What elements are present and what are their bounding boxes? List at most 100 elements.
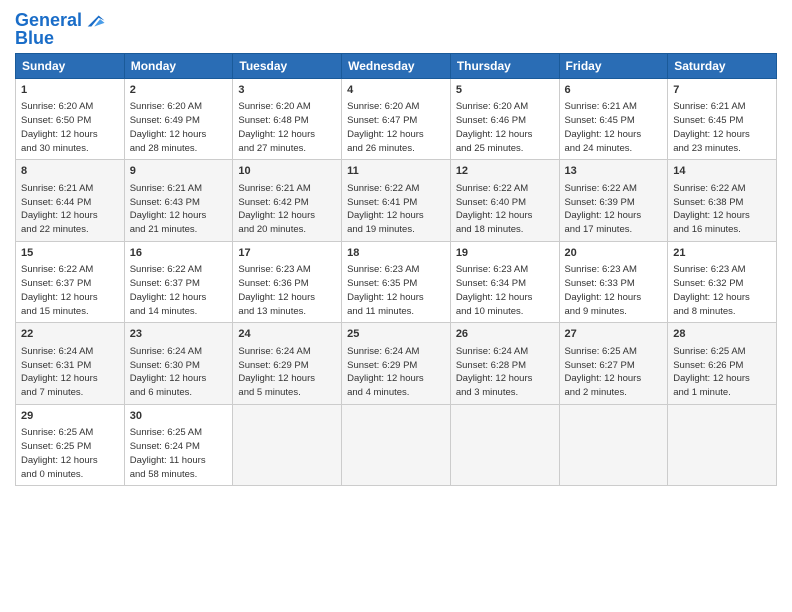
- day-number: 10: [238, 164, 336, 179]
- day-number: 2: [130, 83, 228, 98]
- day-number: 19: [456, 246, 554, 261]
- calendar-header-row: SundayMondayTuesdayWednesdayThursdayFrid…: [16, 54, 777, 79]
- day-number: 3: [238, 83, 336, 98]
- calendar-cell: 14 Sunrise: 6:22 AM Sunset: 6:38 PM Dayli…: [668, 160, 777, 241]
- calendar-week-3: 15 Sunrise: 6:22 AM Sunset: 6:37 PM Dayli…: [16, 241, 777, 322]
- calendar-cell: 16 Sunrise: 6:22 AM Sunset: 6:37 PM Dayli…: [124, 241, 233, 322]
- calendar-cell: 10 Sunrise: 6:21 AM Sunset: 6:42 PM Dayli…: [233, 160, 342, 241]
- day-header-friday: Friday: [559, 54, 668, 79]
- day-number: 12: [456, 164, 554, 179]
- calendar-cell: 21 Sunrise: 6:23 AM Sunset: 6:32 PM Dayli…: [668, 241, 777, 322]
- day-number: 4: [347, 83, 445, 98]
- day-info: Sunrise: 6:23 AM Sunset: 6:35 PM Dayligh…: [347, 263, 445, 318]
- day-info: Sunrise: 6:24 AM Sunset: 6:29 PM Dayligh…: [347, 345, 445, 400]
- day-number: 7: [673, 83, 771, 98]
- calendar-cell: 15 Sunrise: 6:22 AM Sunset: 6:37 PM Dayli…: [16, 241, 125, 322]
- day-number: 6: [565, 83, 663, 98]
- calendar-cell: 7 Sunrise: 6:21 AM Sunset: 6:45 PM Daylig…: [668, 79, 777, 160]
- day-info: Sunrise: 6:25 AM Sunset: 6:27 PM Dayligh…: [565, 345, 663, 400]
- day-info: Sunrise: 6:20 AM Sunset: 6:49 PM Dayligh…: [130, 100, 228, 155]
- day-info: Sunrise: 6:25 AM Sunset: 6:26 PM Dayligh…: [673, 345, 771, 400]
- calendar-cell: 11 Sunrise: 6:22 AM Sunset: 6:41 PM Dayli…: [342, 160, 451, 241]
- day-number: 21: [673, 246, 771, 261]
- day-info: Sunrise: 6:22 AM Sunset: 6:37 PM Dayligh…: [21, 263, 119, 318]
- day-info: Sunrise: 6:22 AM Sunset: 6:40 PM Dayligh…: [456, 182, 554, 237]
- day-header-monday: Monday: [124, 54, 233, 79]
- calendar-cell: 12 Sunrise: 6:22 AM Sunset: 6:40 PM Dayli…: [450, 160, 559, 241]
- calendar: SundayMondayTuesdayWednesdayThursdayFrid…: [15, 53, 777, 486]
- calendar-cell: 4 Sunrise: 6:20 AM Sunset: 6:47 PM Daylig…: [342, 79, 451, 160]
- calendar-cell: 29 Sunrise: 6:25 AM Sunset: 6:25 PM Dayli…: [16, 404, 125, 485]
- calendar-cell: 22Sunrise: 6:24 AM Sunset: 6:31 PM Dayli…: [16, 323, 125, 404]
- calendar-cell: 19 Sunrise: 6:23 AM Sunset: 6:34 PM Dayli…: [450, 241, 559, 322]
- day-info: Sunrise: 6:21 AM Sunset: 6:44 PM Dayligh…: [21, 182, 119, 237]
- day-number: 17: [238, 246, 336, 261]
- day-info: Sunrise: 6:24 AM Sunset: 6:29 PM Dayligh…: [238, 345, 336, 400]
- day-info: Sunrise: 6:21 AM Sunset: 6:45 PM Dayligh…: [565, 100, 663, 155]
- calendar-cell: 1 Sunrise: 6:20 AM Sunset: 6:50 PM Daylig…: [16, 79, 125, 160]
- day-info: Sunrise: 6:24 AM Sunset: 6:31 PM Dayligh…: [21, 345, 119, 400]
- day-info: Sunrise: 6:20 AM Sunset: 6:48 PM Dayligh…: [238, 100, 336, 155]
- day-header-thursday: Thursday: [450, 54, 559, 79]
- calendar-week-2: 8 Sunrise: 6:21 AM Sunset: 6:44 PM Daylig…: [16, 160, 777, 241]
- day-header-saturday: Saturday: [668, 54, 777, 79]
- calendar-cell: 3 Sunrise: 6:20 AM Sunset: 6:48 PM Daylig…: [233, 79, 342, 160]
- day-info: Sunrise: 6:23 AM Sunset: 6:36 PM Dayligh…: [238, 263, 336, 318]
- day-header-wednesday: Wednesday: [342, 54, 451, 79]
- day-header-tuesday: Tuesday: [233, 54, 342, 79]
- day-number: 25: [347, 327, 445, 342]
- day-number: 9: [130, 164, 228, 179]
- day-number: 14: [673, 164, 771, 179]
- calendar-week-5: 29 Sunrise: 6:25 AM Sunset: 6:25 PM Dayli…: [16, 404, 777, 485]
- calendar-cell: 25 Sunrise: 6:24 AM Sunset: 6:29 PM Dayli…: [342, 323, 451, 404]
- calendar-cell: 24Sunrise: 6:24 AM Sunset: 6:29 PM Dayli…: [233, 323, 342, 404]
- day-info: Sunrise: 6:25 AM Sunset: 6:25 PM Dayligh…: [21, 426, 119, 481]
- calendar-cell: [668, 404, 777, 485]
- day-info: Sunrise: 6:23 AM Sunset: 6:34 PM Dayligh…: [456, 263, 554, 318]
- day-number: 16: [130, 246, 228, 261]
- day-info: Sunrise: 6:24 AM Sunset: 6:30 PM Dayligh…: [130, 345, 228, 400]
- day-number: 1: [21, 83, 119, 98]
- day-info: Sunrise: 6:21 AM Sunset: 6:43 PM Dayligh…: [130, 182, 228, 237]
- calendar-cell: 2 Sunrise: 6:20 AM Sunset: 6:49 PM Daylig…: [124, 79, 233, 160]
- calendar-cell: 6 Sunrise: 6:21 AM Sunset: 6:45 PM Daylig…: [559, 79, 668, 160]
- calendar-cell: 28 Sunrise: 6:25 AM Sunset: 6:26 PM Dayli…: [668, 323, 777, 404]
- calendar-cell: 5Sunrise: 6:20 AM Sunset: 6:46 PM Daylig…: [450, 79, 559, 160]
- day-number: 8: [21, 164, 119, 179]
- calendar-cell: 26 Sunrise: 6:24 AM Sunset: 6:28 PM Dayli…: [450, 323, 559, 404]
- calendar-cell: 30 Sunrise: 6:25 AM Sunset: 6:24 PM Dayli…: [124, 404, 233, 485]
- day-number: 11: [347, 164, 445, 179]
- calendar-week-1: 1 Sunrise: 6:20 AM Sunset: 6:50 PM Daylig…: [16, 79, 777, 160]
- calendar-cell: 17 Sunrise: 6:23 AM Sunset: 6:36 PM Dayli…: [233, 241, 342, 322]
- day-info: Sunrise: 6:22 AM Sunset: 6:38 PM Dayligh…: [673, 182, 771, 237]
- day-info: Sunrise: 6:22 AM Sunset: 6:41 PM Dayligh…: [347, 182, 445, 237]
- day-info: Sunrise: 6:20 AM Sunset: 6:50 PM Dayligh…: [21, 100, 119, 155]
- logo: General Blue: [15, 10, 106, 49]
- day-info: Sunrise: 6:25 AM Sunset: 6:24 PM Dayligh…: [130, 426, 228, 481]
- calendar-cell: 8 Sunrise: 6:21 AM Sunset: 6:44 PM Daylig…: [16, 160, 125, 241]
- day-info: Sunrise: 6:23 AM Sunset: 6:33 PM Dayligh…: [565, 263, 663, 318]
- calendar-cell: 23Sunrise: 6:24 AM Sunset: 6:30 PM Dayli…: [124, 323, 233, 404]
- day-number: 20: [565, 246, 663, 261]
- day-info: Sunrise: 6:22 AM Sunset: 6:39 PM Dayligh…: [565, 182, 663, 237]
- day-number: 26: [456, 327, 554, 342]
- day-number: 29: [21, 409, 119, 424]
- calendar-cell: [450, 404, 559, 485]
- day-info: Sunrise: 6:20 AM Sunset: 6:46 PM Dayligh…: [456, 100, 554, 155]
- day-info: Sunrise: 6:20 AM Sunset: 6:47 PM Dayligh…: [347, 100, 445, 155]
- calendar-cell: 18Sunrise: 6:23 AM Sunset: 6:35 PM Dayli…: [342, 241, 451, 322]
- day-number: 30: [130, 409, 228, 424]
- day-info: Sunrise: 6:24 AM Sunset: 6:28 PM Dayligh…: [456, 345, 554, 400]
- calendar-cell: [233, 404, 342, 485]
- day-number: 27: [565, 327, 663, 342]
- day-info: Sunrise: 6:21 AM Sunset: 6:45 PM Dayligh…: [673, 100, 771, 155]
- day-info: Sunrise: 6:21 AM Sunset: 6:42 PM Dayligh…: [238, 182, 336, 237]
- day-number: 15: [21, 246, 119, 261]
- calendar-cell: 13 Sunrise: 6:22 AM Sunset: 6:39 PM Dayli…: [559, 160, 668, 241]
- day-info: Sunrise: 6:22 AM Sunset: 6:37 PM Dayligh…: [130, 263, 228, 318]
- calendar-cell: 20 Sunrise: 6:23 AM Sunset: 6:33 PM Dayli…: [559, 241, 668, 322]
- day-number: 13: [565, 164, 663, 179]
- calendar-week-4: 22Sunrise: 6:24 AM Sunset: 6:31 PM Dayli…: [16, 323, 777, 404]
- day-info: Sunrise: 6:23 AM Sunset: 6:32 PM Dayligh…: [673, 263, 771, 318]
- day-number: 28: [673, 327, 771, 342]
